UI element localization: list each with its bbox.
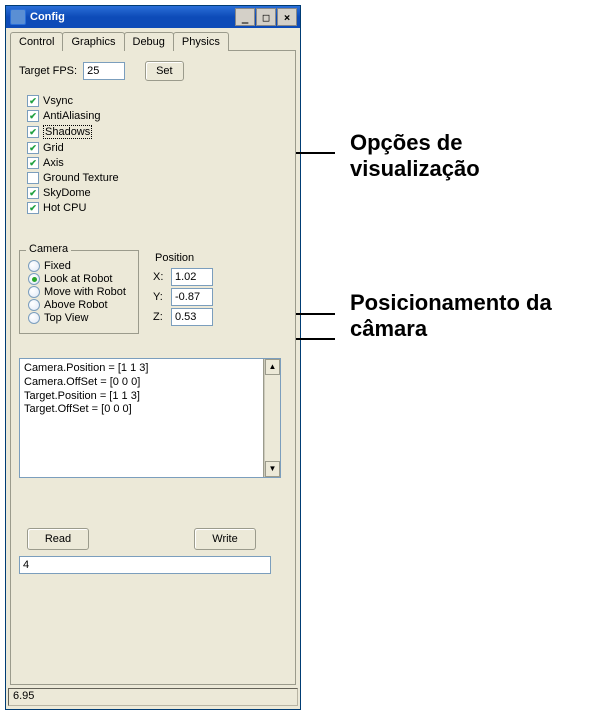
checkbox-label: Shadows xyxy=(43,125,92,139)
position-x-input[interactable] xyxy=(171,268,213,286)
radio-label: Move with Robot xyxy=(44,286,126,298)
checkbox-ground-texture[interactable]: Ground Texture xyxy=(27,172,287,184)
radio-icon xyxy=(28,260,40,272)
radio-above-robot[interactable]: Above Robot xyxy=(28,299,130,311)
radio-top-view[interactable]: Top View xyxy=(28,312,130,324)
checkbox-icon xyxy=(27,202,39,214)
checkbox-icon xyxy=(27,157,39,169)
checkbox-icon xyxy=(27,126,39,138)
app-icon xyxy=(10,9,26,25)
tab-bar: Control Graphics Debug Physics xyxy=(10,32,296,51)
position-z-input[interactable] xyxy=(171,308,213,326)
position-x-label: X: xyxy=(153,271,167,283)
log-line: Target.Position = [1 1 3] xyxy=(24,390,140,402)
set-fps-button[interactable]: Set xyxy=(145,61,184,81)
log-line: Target.OffSet = [0 0 0] xyxy=(24,403,132,415)
radio-move-with-robot[interactable]: Move with Robot xyxy=(28,286,130,298)
annotation-view-options: Opções de visualização xyxy=(350,130,590,183)
tab-control[interactable]: Control xyxy=(10,32,63,51)
scroll-up-icon[interactable]: ▲ xyxy=(265,359,280,375)
checkbox-label: Ground Texture xyxy=(43,172,119,184)
radio-icon xyxy=(28,299,40,311)
read-button[interactable]: Read xyxy=(27,528,89,550)
checkbox-hot-cpu[interactable]: Hot CPU xyxy=(27,202,287,214)
position-title: Position xyxy=(155,252,213,264)
log-line: Camera.OffSet = [0 0 0] xyxy=(24,376,140,388)
target-fps-input[interactable] xyxy=(83,62,125,80)
radio-label: Above Robot xyxy=(44,299,108,311)
radio-fixed[interactable]: Fixed xyxy=(28,260,130,272)
checkbox-label: AntiAliasing xyxy=(43,110,100,122)
rw-value-input[interactable] xyxy=(19,556,271,574)
tab-physics[interactable]: Physics xyxy=(173,32,229,51)
checkbox-icon xyxy=(27,142,39,154)
tab-panel-graphics: Target FPS: Set Vsync AntiAliasing Shado… xyxy=(10,50,296,685)
radio-label: Fixed xyxy=(44,260,71,272)
position-y-label: Y: xyxy=(153,291,167,303)
checkbox-grid[interactable]: Grid xyxy=(27,142,287,154)
radio-look-at-robot[interactable]: Look at Robot xyxy=(28,273,130,285)
checkbox-icon xyxy=(27,172,39,184)
checkbox-skydome[interactable]: SkyDome xyxy=(27,187,287,199)
log-textarea[interactable]: Camera.Position = [1 1 3] Camera.OffSet … xyxy=(19,358,281,478)
target-fps-label: Target FPS: xyxy=(19,65,77,77)
checkbox-vsync[interactable]: Vsync xyxy=(27,95,287,107)
tab-graphics[interactable]: Graphics xyxy=(62,32,124,51)
checkbox-label: Hot CPU xyxy=(43,202,86,214)
checkbox-shadows[interactable]: Shadows xyxy=(27,125,287,139)
radio-icon xyxy=(28,273,40,285)
radio-label: Look at Robot xyxy=(44,273,113,285)
status-bar: 6.95 xyxy=(8,688,298,706)
checkbox-label: Vsync xyxy=(43,95,73,107)
close-button[interactable]: × xyxy=(277,8,297,26)
position-block: Position X: Y: Z: xyxy=(153,250,213,334)
titlebar[interactable]: Config _ □ × xyxy=(6,6,300,28)
minimize-button[interactable]: _ xyxy=(235,8,255,26)
checkbox-antialiasing[interactable]: AntiAliasing xyxy=(27,110,287,122)
position-z-label: Z: xyxy=(153,311,167,323)
log-scrollbar[interactable]: ▲ ▼ xyxy=(264,359,280,477)
checkbox-label: Grid xyxy=(43,142,64,154)
camera-fieldset: Camera Fixed Look at Robot Move with Rob… xyxy=(19,250,139,334)
radio-label: Top View xyxy=(44,312,88,324)
radio-icon xyxy=(28,286,40,298)
checkbox-label: Axis xyxy=(43,157,64,169)
view-options-list: Vsync AntiAliasing Shadows Grid Axis xyxy=(27,95,287,214)
write-button[interactable]: Write xyxy=(194,528,256,550)
status-value: 6.95 xyxy=(13,690,34,702)
maximize-button[interactable]: □ xyxy=(256,8,276,26)
tab-debug[interactable]: Debug xyxy=(124,32,174,51)
checkbox-icon xyxy=(27,187,39,199)
radio-icon xyxy=(28,312,40,324)
checkbox-icon xyxy=(27,110,39,122)
checkbox-icon xyxy=(27,95,39,107)
camera-legend: Camera xyxy=(26,243,71,255)
log-line: Camera.Position = [1 1 3] xyxy=(24,362,148,374)
config-window: Config _ □ × Control Graphics Debug Phys… xyxy=(5,5,301,710)
checkbox-label: SkyDome xyxy=(43,187,91,199)
checkbox-axis[interactable]: Axis xyxy=(27,157,287,169)
annotation-camera-position: Posicionamento da câmara xyxy=(350,290,590,343)
window-title: Config xyxy=(30,11,65,23)
scroll-down-icon[interactable]: ▼ xyxy=(265,461,280,477)
position-y-input[interactable] xyxy=(171,288,213,306)
